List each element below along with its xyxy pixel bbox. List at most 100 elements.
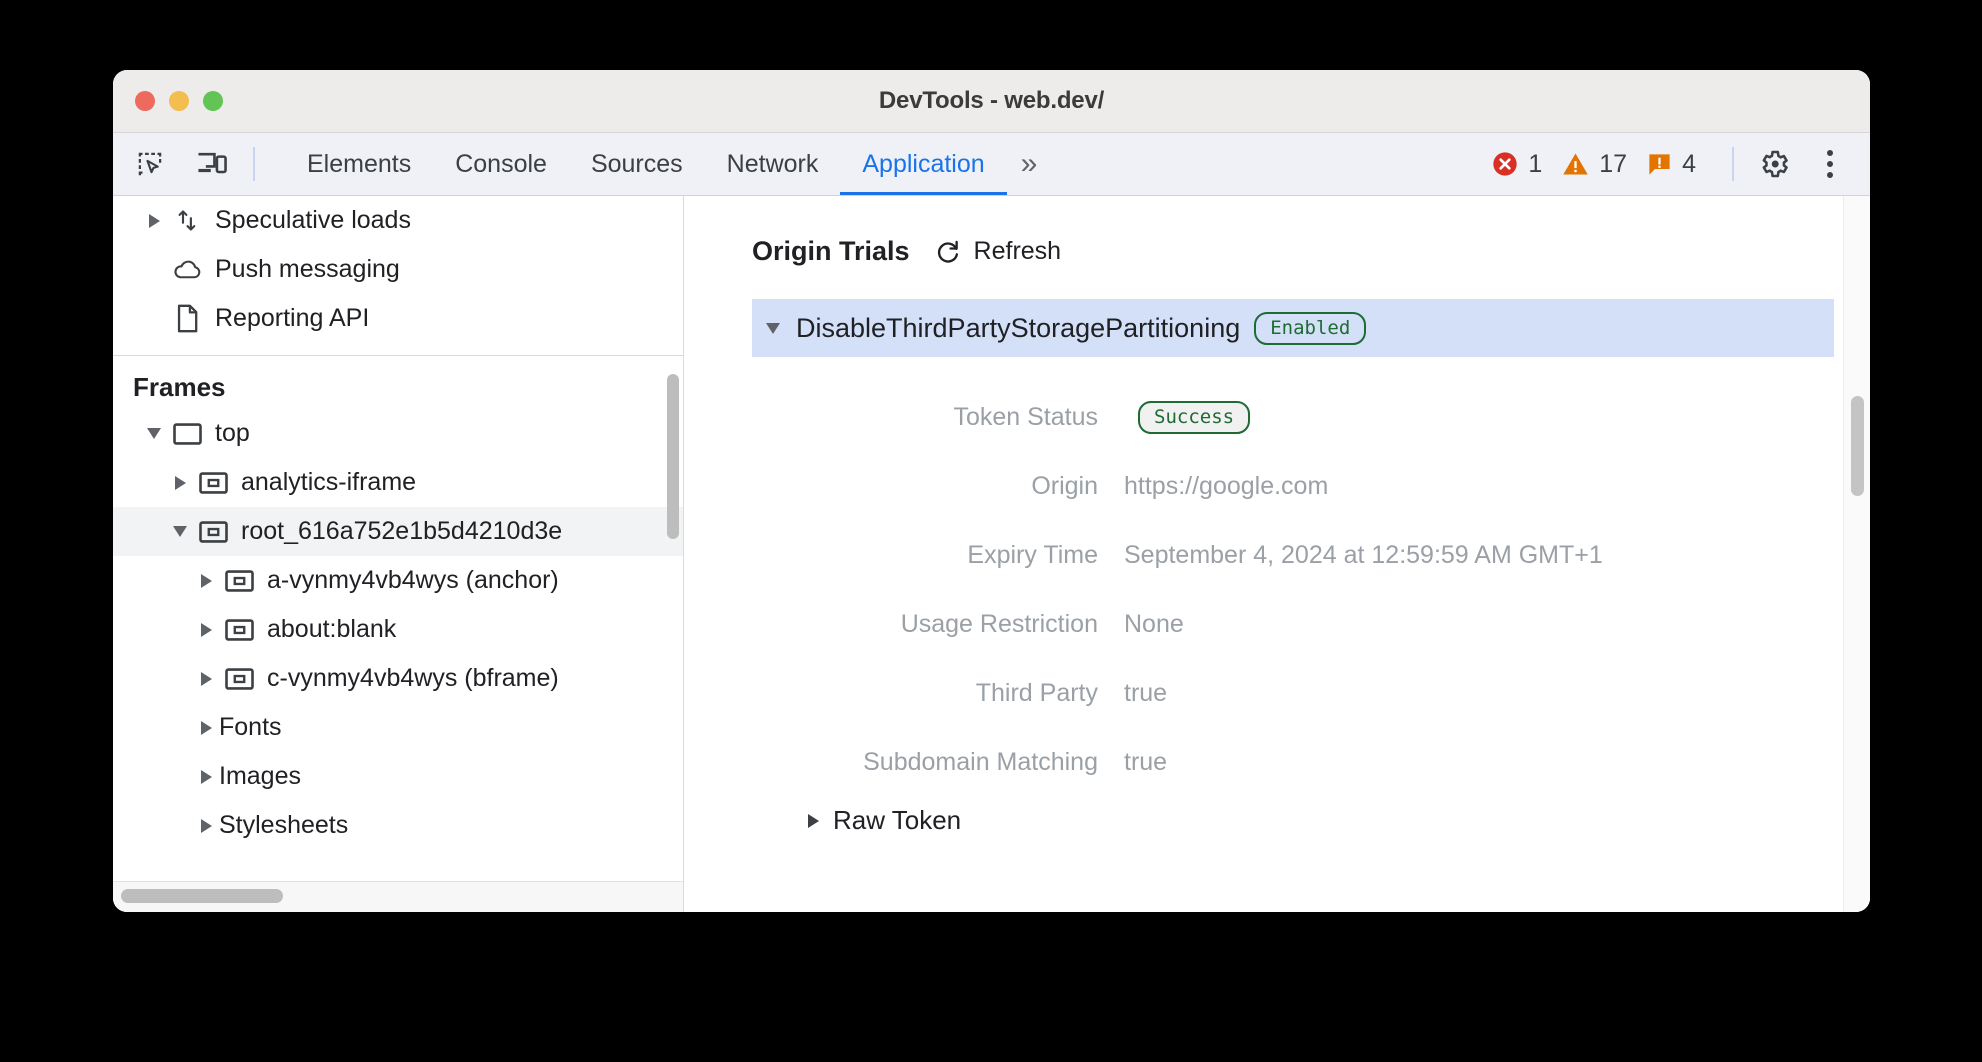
refresh-icon — [934, 238, 962, 266]
sidebar-item-label: Images — [219, 762, 301, 791]
sidebar-item-stylesheets[interactable]: Stylesheets — [113, 801, 683, 850]
sidebar-item-label: about:blank — [267, 615, 396, 644]
detail-row: Third Party true — [752, 659, 1870, 728]
tab-console[interactable]: Console — [433, 133, 569, 195]
tab-sources[interactable]: Sources — [569, 133, 705, 195]
document-icon — [167, 304, 207, 333]
close-window-button[interactable] — [135, 91, 155, 111]
window-title: DevTools - web.dev/ — [113, 87, 1870, 115]
detail-key: Token Status — [752, 403, 1124, 432]
detail-key: Subdomain Matching — [752, 748, 1124, 777]
frame-top-icon — [167, 421, 207, 447]
devtools-window: DevTools - web.dev/ Elements Console — [113, 70, 1870, 912]
panel-tabs: Elements Console Sources Network Applica… — [285, 133, 1047, 195]
toolbar-right-icons: 1 17 4 — [1479, 133, 1870, 195]
detail-row: Subdomain Matching true — [752, 728, 1870, 797]
issue-counters[interactable]: 1 17 4 — [1479, 150, 1718, 179]
main-menu-button[interactable] — [1804, 140, 1856, 188]
detail-row: Origin https://google.com — [752, 452, 1870, 521]
sidebar-item-push-messaging[interactable]: Push messaging — [113, 245, 683, 294]
device-toolbar-icon — [196, 149, 228, 179]
expand-arrow[interactable] — [193, 574, 219, 588]
sidebar-upper-tree: Speculative loads Push messaging — [113, 196, 683, 356]
toolbar-left-icons — [123, 133, 271, 195]
frames-section-title: Frames — [113, 356, 683, 409]
expand-arrow[interactable] — [167, 476, 193, 490]
iframe-icon — [219, 617, 259, 643]
detail-row: Token Status Success — [752, 383, 1870, 452]
sidebar-horizontal-scrollbar[interactable] — [121, 889, 283, 903]
expand-arrow[interactable] — [193, 770, 219, 784]
collapse-arrow[interactable] — [167, 526, 193, 537]
sidebar-item-frame-root[interactable]: root_616a752e1b5d4210d3e — [113, 507, 683, 556]
inspect-element-button[interactable] — [123, 140, 177, 188]
sidebar-item-images[interactable]: Images — [113, 752, 683, 801]
sidebar-item-frame-top[interactable]: top — [113, 409, 683, 458]
token-status-badge: Success — [1138, 401, 1250, 434]
page-title: Origin Trials — [752, 236, 910, 267]
detail-row: Usage Restriction None — [752, 590, 1870, 659]
detail-value: true — [1124, 748, 1167, 777]
gear-icon — [1758, 148, 1790, 180]
issue-icon — [1646, 151, 1673, 178]
sidebar-item-speculative-loads[interactable]: Speculative loads — [113, 196, 683, 245]
sidebar-item-label: c-vynmy4vb4wys (bframe) — [267, 664, 559, 693]
window-titlebar: DevTools - web.dev/ — [113, 70, 1870, 133]
collapse-arrow[interactable] — [141, 428, 167, 439]
sidebar-item-reporting-api[interactable]: Reporting API — [113, 294, 683, 343]
expand-arrow[interactable] — [193, 672, 219, 686]
inspect-element-icon — [135, 149, 165, 179]
zoom-window-button[interactable] — [203, 91, 223, 111]
sidebar-item-label: Reporting API — [215, 304, 369, 333]
toolbar-divider — [253, 147, 255, 181]
expand-arrow[interactable] — [193, 623, 219, 637]
sidebar-vertical-scrollbar[interactable] — [667, 374, 679, 539]
sidebar-item-frame-anchor[interactable]: a-vynmy4vb4wys (anchor) — [113, 556, 683, 605]
sidebar-item-label: top — [215, 419, 250, 448]
refresh-button[interactable]: Refresh — [934, 237, 1062, 266]
origin-trial-row[interactable]: DisableThirdPartyStoragePartitioning Ena… — [752, 299, 1834, 357]
tab-elements[interactable]: Elements — [285, 133, 433, 195]
sidebar-item-label: Speculative loads — [215, 206, 411, 235]
tab-network[interactable]: Network — [705, 133, 841, 195]
detail-value: None — [1124, 610, 1184, 639]
expand-arrow[interactable] — [808, 814, 819, 828]
detail-key: Origin — [752, 472, 1124, 501]
refresh-label: Refresh — [974, 237, 1062, 266]
issue-count: 4 — [1682, 150, 1696, 179]
sidebar-item-label: Stylesheets — [219, 811, 348, 840]
main-vertical-scrollbar[interactable] — [1851, 396, 1864, 496]
iframe-icon — [219, 568, 259, 594]
raw-token-toggle[interactable]: Raw Token — [752, 805, 1870, 836]
status-badge: Enabled — [1254, 312, 1366, 345]
sidebar-item-label: Push messaging — [215, 255, 400, 284]
expand-arrow[interactable] — [141, 214, 167, 228]
speculative-loads-icon — [167, 207, 207, 234]
origin-trials-content: Origin Trials Refresh DisableThirdPartyS… — [684, 196, 1870, 836]
sidebar-item-frame-bframe[interactable]: c-vynmy4vb4wys (bframe) — [113, 654, 683, 703]
device-toolbar-button[interactable] — [185, 140, 239, 188]
origin-trial-details: Token Status Success Origin https://goog… — [752, 383, 1870, 797]
traffic-lights — [135, 91, 223, 111]
expand-arrow[interactable] — [193, 721, 219, 735]
expand-arrow[interactable] — [193, 819, 219, 833]
kebab-menu-icon — [1827, 150, 1833, 178]
detail-key: Third Party — [752, 679, 1124, 708]
sidebar-item-fonts[interactable]: Fonts — [113, 703, 683, 752]
sidebar-item-label: root_616a752e1b5d4210d3e — [241, 517, 562, 546]
sidebar-item-frame-analytics-iframe[interactable]: analytics-iframe — [113, 458, 683, 507]
sidebar-item-frame-about-blank[interactable]: about:blank — [113, 605, 683, 654]
warning-icon — [1561, 150, 1590, 178]
tab-application[interactable]: Application — [840, 133, 1006, 195]
minimize-window-button[interactable] — [169, 91, 189, 111]
iframe-icon — [193, 470, 233, 496]
settings-button[interactable] — [1748, 140, 1800, 188]
detail-value: September 4, 2024 at 12:59:59 AM GMT+1 — [1124, 541, 1603, 570]
collapse-arrow[interactable] — [760, 323, 786, 334]
sidebar-item-label: Fonts — [219, 713, 282, 742]
detail-value: https://google.com — [1124, 472, 1328, 501]
iframe-icon — [193, 519, 233, 545]
frames-tree-container: Frames top — [113, 356, 683, 912]
more-tabs-button[interactable]: » — [1007, 133, 1048, 195]
warning-count: 17 — [1599, 150, 1627, 179]
